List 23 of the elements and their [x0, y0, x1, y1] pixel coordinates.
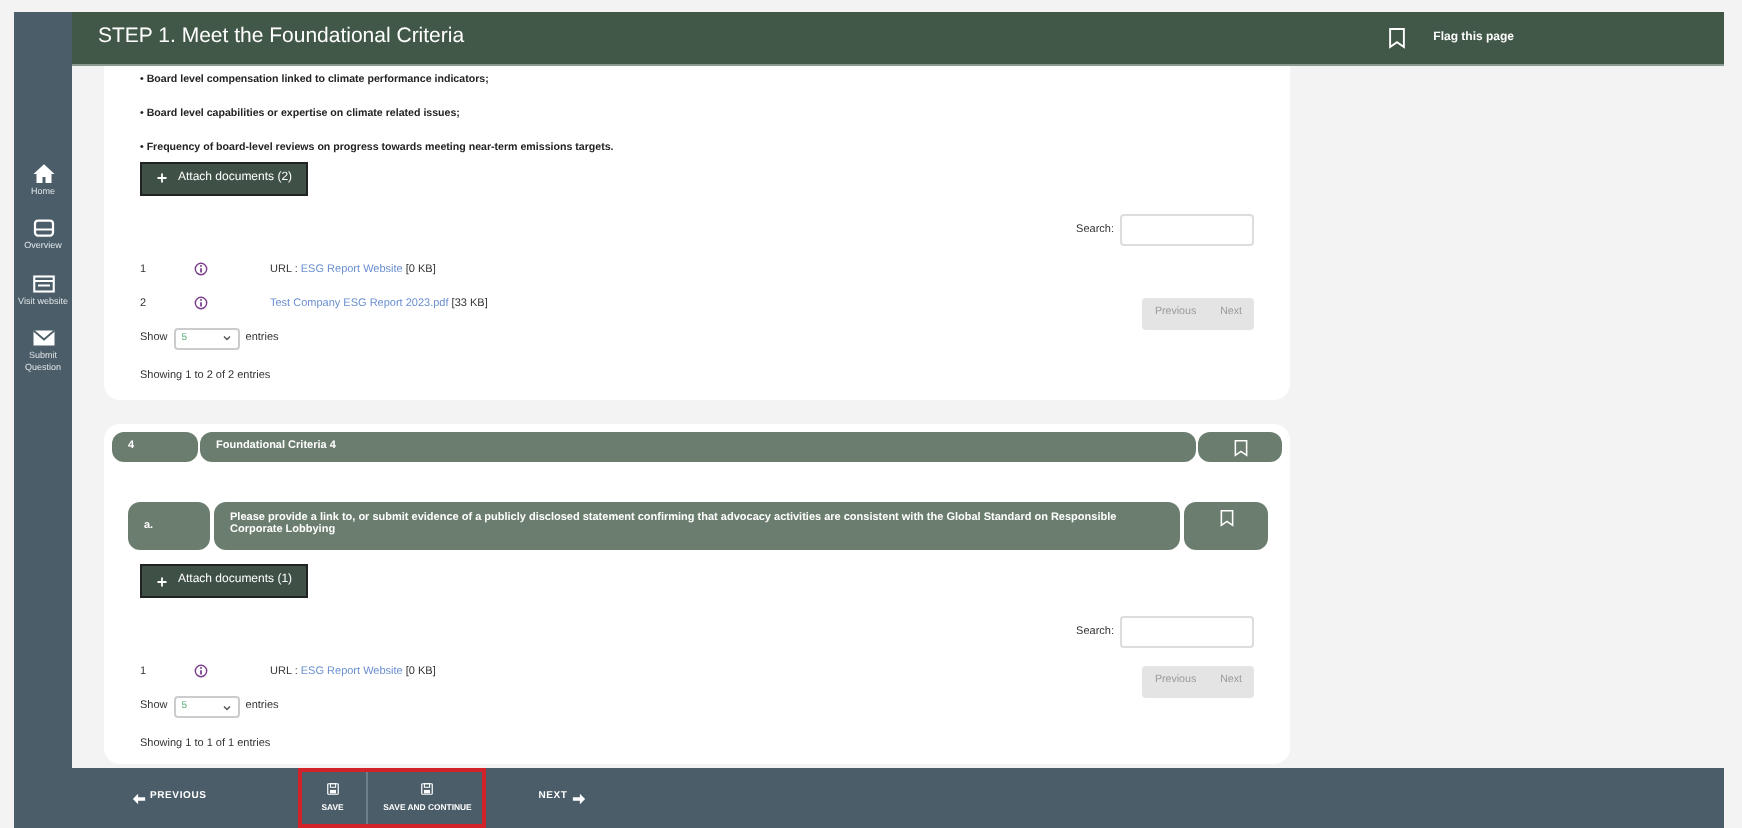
info-icon	[194, 262, 208, 277]
search-field[interactable]	[1120, 213, 1254, 246]
plus-icon	[156, 172, 168, 185]
website-icon	[31, 271, 55, 296]
home-icon	[31, 162, 55, 186]
overview-icon	[31, 216, 55, 241]
bookmark-icon	[1231, 437, 1249, 458]
search-field[interactable]	[1120, 616, 1254, 649]
save-icon	[420, 781, 435, 796]
bookmark-icon	[1385, 26, 1408, 50]
plus-icon	[156, 575, 168, 588]
mail-icon	[31, 326, 55, 351]
bookmark-button[interactable]	[1198, 432, 1282, 463]
info-icon	[194, 664, 208, 679]
info-icon	[194, 296, 208, 311]
bookmark-button[interactable]	[1184, 502, 1268, 551]
caret-icon	[221, 703, 232, 712]
page-title: STEP 1. Meet the Foundational Criteria	[98, 22, 465, 53]
arrow-left-icon	[132, 791, 146, 805]
arrow-right-icon	[571, 791, 586, 805]
caret-icon	[221, 334, 232, 343]
bookmark-icon	[1217, 508, 1235, 529]
save-icon	[325, 781, 340, 796]
